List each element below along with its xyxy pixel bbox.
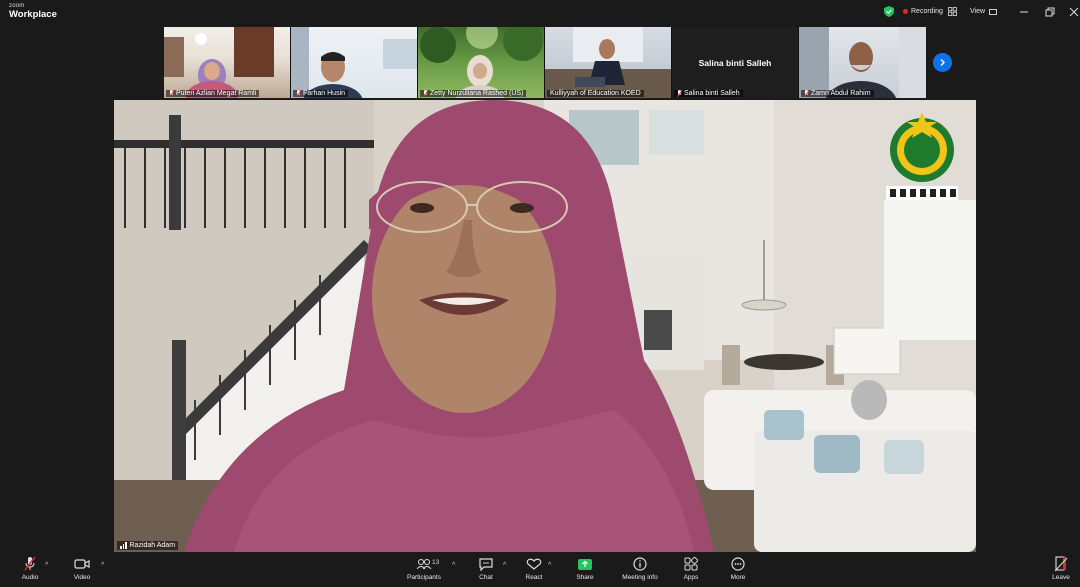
audio-button[interactable]: Audio (10, 556, 50, 581)
more-dots-icon (729, 556, 747, 572)
participant-video (164, 27, 274, 98)
participant-video (291, 27, 417, 98)
shield-icon[interactable] (884, 6, 894, 17)
chat-icon (477, 556, 495, 572)
participants-options-caret[interactable]: ^ (452, 562, 455, 569)
gallery-grid-icon[interactable] (948, 7, 957, 16)
mic-muted-icon (677, 90, 682, 97)
participants-count-badge: 13 (432, 559, 440, 566)
mic-muted-icon (296, 90, 301, 97)
view-button[interactable]: View (970, 8, 998, 15)
mic-muted-icon (169, 90, 174, 97)
react-options-caret[interactable]: ^ (548, 562, 551, 569)
participant-video (799, 27, 926, 98)
leave-icon (1052, 556, 1070, 572)
apps-button[interactable]: Apps (671, 556, 711, 581)
title-bar: zoom Workplace Recording View (0, 0, 1080, 24)
chat-options-caret[interactable]: ^ (503, 562, 506, 569)
meeting-info-button[interactable]: Meeting info (620, 556, 660, 581)
brand-name: Workplace (9, 9, 57, 20)
signal-strength-icon (120, 542, 127, 549)
leave-button[interactable]: Leave (1041, 556, 1080, 581)
recording-indicator[interactable]: Recording (903, 8, 943, 15)
restore-icon[interactable] (1043, 5, 1057, 19)
participant-video (545, 27, 671, 98)
share-button[interactable]: Share (565, 556, 605, 581)
view-icon (989, 8, 998, 15)
speaker-video-frame (114, 100, 976, 552)
participant-name: Zamri Abdul Rahim (801, 90, 874, 97)
recording-label: Recording (911, 8, 943, 15)
minimize-icon[interactable] (1017, 5, 1031, 19)
participant-name: Kulliyyah of Education KOED (547, 90, 644, 97)
close-icon[interactable] (1067, 5, 1080, 19)
app-logo: zoom Workplace (9, 3, 57, 20)
video-options-caret[interactable]: ^ (101, 562, 104, 569)
gallery-strip: Puteri Azlian Megat Ramli Farhan Husin Z… (164, 27, 926, 98)
view-label: View (970, 8, 986, 15)
more-button[interactable]: More (718, 556, 758, 581)
participant-name: Farhan Husin (293, 90, 349, 97)
participants-icon (415, 556, 433, 572)
next-page-button[interactable] (933, 53, 952, 72)
heart-react-icon (525, 556, 543, 572)
share-screen-icon (576, 556, 594, 572)
camera-icon (73, 556, 91, 572)
participant-name: Puteri Azlian Megat Ramli (166, 90, 260, 97)
chat-button[interactable]: Chat (466, 556, 506, 581)
participant-display-name: Salina binti Salleh (698, 57, 772, 68)
active-speaker-video: Razidah Adam (114, 100, 976, 552)
participant-name: Zetty Nurzuliana Rashed (US) (420, 90, 527, 97)
participant-name: Salina binti Salleh (674, 90, 743, 97)
speaker-name-label: Razidah Adam (117, 541, 179, 550)
participant-tile[interactable]: Zamri Abdul Rahim (799, 27, 926, 98)
participant-video (420, 27, 543, 98)
recording-dot-icon (903, 9, 908, 14)
meeting-toolbar: Audio ^ Video ^ Participants ^ Chat ^ Re… (0, 552, 1080, 587)
participant-tile[interactable]: Kulliyyah of Education KOED (545, 27, 672, 98)
mic-muted-icon (804, 90, 809, 97)
info-icon (631, 556, 649, 572)
participant-tile[interactable]: Farhan Husin (291, 27, 418, 98)
chevron-right-icon (940, 59, 945, 66)
participant-tile[interactable]: Salina binti Salleh Salina binti Salleh (672, 27, 799, 98)
participant-tile[interactable]: Puteri Azlian Megat Ramli (164, 27, 291, 98)
participant-tile[interactable]: Zetty Nurzuliana Rashed (US) (418, 27, 545, 98)
video-button[interactable]: Video (62, 556, 102, 581)
apps-icon (682, 556, 700, 572)
audio-options-caret[interactable]: ^ (45, 562, 48, 569)
mic-muted-icon (423, 90, 428, 97)
mic-muted-icon (21, 556, 39, 572)
